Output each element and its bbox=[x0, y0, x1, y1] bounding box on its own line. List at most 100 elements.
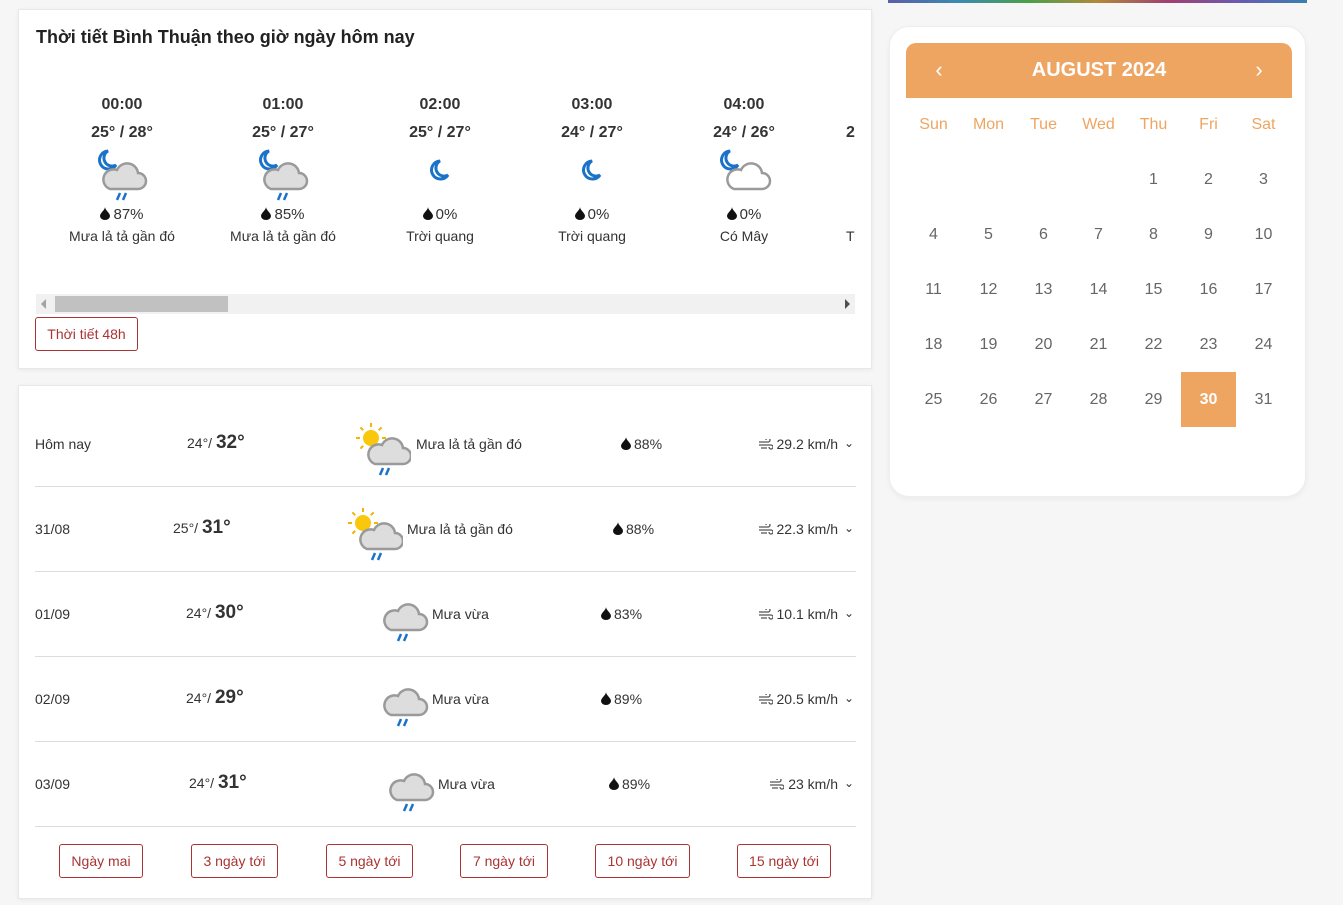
day-date: Hôm nay bbox=[35, 436, 92, 452]
hour-time: 02:00 bbox=[419, 96, 461, 113]
day-low: 24° bbox=[186, 605, 208, 621]
chevron-down-icon[interactable]: ⌄ bbox=[844, 691, 854, 705]
daily-row[interactable]: 02/09 24°/ 29° Mưa vừa 89% 20.5 km/h ⌄ bbox=[35, 657, 856, 742]
calendar-day[interactable]: 9 bbox=[1181, 207, 1236, 262]
weekday-label: Fri bbox=[1199, 116, 1218, 133]
calendar-day[interactable]: 13 bbox=[1016, 262, 1071, 317]
raindrop-icon bbox=[100, 207, 111, 220]
hourly-item-partial: 2 Tr bbox=[846, 90, 855, 244]
calendar-day[interactable]: 1 bbox=[1126, 152, 1181, 207]
calendar-day[interactable]: 2 bbox=[1181, 152, 1236, 207]
hour-desc: Trời quang bbox=[558, 228, 626, 244]
calendar-day[interactable]: 19 bbox=[961, 317, 1016, 372]
calendar-day[interactable]: 17 bbox=[1236, 262, 1291, 317]
chevron-down-icon[interactable]: ⌄ bbox=[844, 606, 854, 620]
daily-row[interactable]: 03/09 24°/ 31° Mưa vừa 89% 23 km/h ⌄ bbox=[35, 742, 856, 827]
calendar-day[interactable]: 16 bbox=[1181, 262, 1236, 317]
calendar-day[interactable]: 25 bbox=[906, 372, 961, 427]
raindrop-icon bbox=[601, 607, 611, 620]
hour-desc: Có Mây bbox=[719, 228, 769, 244]
day-humidity: 83% bbox=[614, 606, 643, 622]
moon-cloud-rain-icon bbox=[259, 149, 309, 201]
hourly-item: 04:00 24° / 26° 0% Có Mây bbox=[669, 90, 819, 244]
hour-time: 01:00 bbox=[262, 96, 304, 113]
hour-temp: 25° / 27° bbox=[252, 124, 314, 141]
calendar-day[interactable]: 15 bbox=[1126, 262, 1181, 317]
hour-desc: Trời quang bbox=[406, 228, 474, 244]
calendar-day[interactable]: 14 bbox=[1071, 262, 1126, 317]
color-bar bbox=[888, 0, 1307, 3]
hour-time: 03:00 bbox=[571, 96, 613, 113]
calendar-day[interactable]: 5 bbox=[961, 207, 1016, 262]
calendar-day[interactable]: 22 bbox=[1126, 317, 1181, 372]
weekday-label: Wed bbox=[1082, 116, 1115, 133]
moon-icon bbox=[430, 159, 450, 181]
calendar-day[interactable]: 3 bbox=[1236, 152, 1291, 207]
calendar-day[interactable]: 20 bbox=[1016, 317, 1071, 372]
forecast-range-button[interactable]: 5 ngày tới bbox=[326, 844, 413, 878]
hour-temp: 2 bbox=[846, 124, 855, 141]
calendar-day[interactable]: 12 bbox=[961, 262, 1016, 317]
calendar-day[interactable]: 29 bbox=[1126, 372, 1181, 427]
chevron-down-icon[interactable]: ⌄ bbox=[844, 776, 854, 790]
chevron-down-icon[interactable]: ⌄ bbox=[844, 436, 854, 450]
calendar-day[interactable]: 10 bbox=[1236, 207, 1291, 262]
calendar-day[interactable]: 4 bbox=[906, 207, 961, 262]
weekday-label: Sun bbox=[919, 116, 948, 133]
day-humidity: 89% bbox=[614, 691, 643, 707]
day-low: 24° bbox=[186, 690, 208, 706]
forecast-range-button[interactable]: 3 ngày tới bbox=[191, 844, 278, 878]
forecast-range-button[interactable]: 10 ngày tới bbox=[595, 844, 690, 878]
forecast-range-button[interactable]: 7 ngày tới bbox=[460, 844, 548, 878]
horizontal-scrollbar[interactable] bbox=[36, 294, 855, 314]
calendar-day[interactable]: 26 bbox=[961, 372, 1016, 427]
daily-row[interactable]: Hôm nay 24°/ 32° Mưa lả tả gần đó 88% 29… bbox=[35, 402, 856, 487]
calendar-header: ‹ AUGUST 2024 › bbox=[906, 43, 1292, 98]
calendar-day[interactable]: 21 bbox=[1071, 317, 1126, 372]
daily-row[interactable]: 31/08 25°/ 31° Mưa lả tả gần đó 88% 22.3… bbox=[35, 487, 856, 572]
day-wind: 22.3 km/h bbox=[776, 521, 838, 537]
day-desc: Mưa lả tả gần đó bbox=[407, 521, 513, 537]
hour-temp: 25° / 27° bbox=[409, 124, 471, 141]
day-humidity: 89% bbox=[622, 776, 651, 792]
hour-time: 04:00 bbox=[723, 96, 765, 113]
calendar-day[interactable]: 31 bbox=[1236, 372, 1291, 427]
next-month-button[interactable]: › bbox=[1244, 57, 1274, 83]
scroll-left-arrow-icon[interactable] bbox=[41, 299, 46, 309]
day-high: 29° bbox=[214, 687, 244, 708]
cloud-rain-icon bbox=[389, 773, 435, 812]
moon-cloud-icon bbox=[720, 149, 772, 191]
day-low: 24° bbox=[189, 775, 211, 791]
scrollbar-thumb[interactable] bbox=[55, 296, 228, 312]
hour-desc: Mưa lả tả gần đó bbox=[230, 228, 336, 244]
calendar-day[interactable]: 18 bbox=[906, 317, 961, 372]
raindrop-icon bbox=[726, 207, 737, 220]
calendar-day[interactable]: 27 bbox=[1016, 372, 1071, 427]
hourly-forecast-card: Thời tiết Bình Thuận theo giờ ngày hôm n… bbox=[18, 9, 872, 369]
day-high: 31° bbox=[217, 772, 247, 793]
raindrop-icon bbox=[621, 437, 631, 450]
calendar-day[interactable]: 7 bbox=[1071, 207, 1126, 262]
calendar-day-selected[interactable]: 30 bbox=[1181, 372, 1236, 427]
scroll-right-arrow-icon[interactable] bbox=[845, 299, 850, 309]
calendar-day[interactable]: 23 bbox=[1181, 317, 1236, 372]
wind-icon bbox=[758, 437, 774, 450]
48h-forecast-button[interactable]: Thời tiết 48h bbox=[35, 317, 138, 351]
hour-humidity: 0% bbox=[587, 206, 610, 223]
hourly-scroll-area[interactable]: 00:00 25° / 28° 87% Mưa lả tả gần đó 01:0… bbox=[36, 90, 855, 280]
calendar-day[interactable]: 28 bbox=[1071, 372, 1126, 427]
day-high: 32° bbox=[215, 432, 245, 453]
daily-row[interactable]: 01/09 24°/ 30° Mưa vừa 83% 10.1 km/h ⌄ bbox=[35, 572, 856, 657]
day-desc: Mưa vừa bbox=[432, 691, 489, 707]
forecast-range-button[interactable]: Ngày mai bbox=[59, 844, 143, 878]
hourly-item: 00:00 25° / 28° 87% Mưa lả tả gần đó bbox=[47, 90, 197, 244]
calendar-day[interactable]: 8 bbox=[1126, 207, 1181, 262]
calendar-day[interactable]: 11 bbox=[906, 262, 961, 317]
calendar-day[interactable]: 6 bbox=[1016, 207, 1071, 262]
weekday-label: Mon bbox=[972, 116, 1005, 133]
calendar-month-title: AUGUST 2024 bbox=[1031, 59, 1167, 81]
chevron-down-icon[interactable]: ⌄ bbox=[844, 521, 854, 535]
hourly-item: 01:00 25° / 27° 85% Mưa lả tả gần đó bbox=[208, 90, 358, 244]
calendar-day[interactable]: 24 bbox=[1236, 317, 1291, 372]
forecast-range-button[interactable]: 15 ngày tới bbox=[737, 844, 831, 878]
